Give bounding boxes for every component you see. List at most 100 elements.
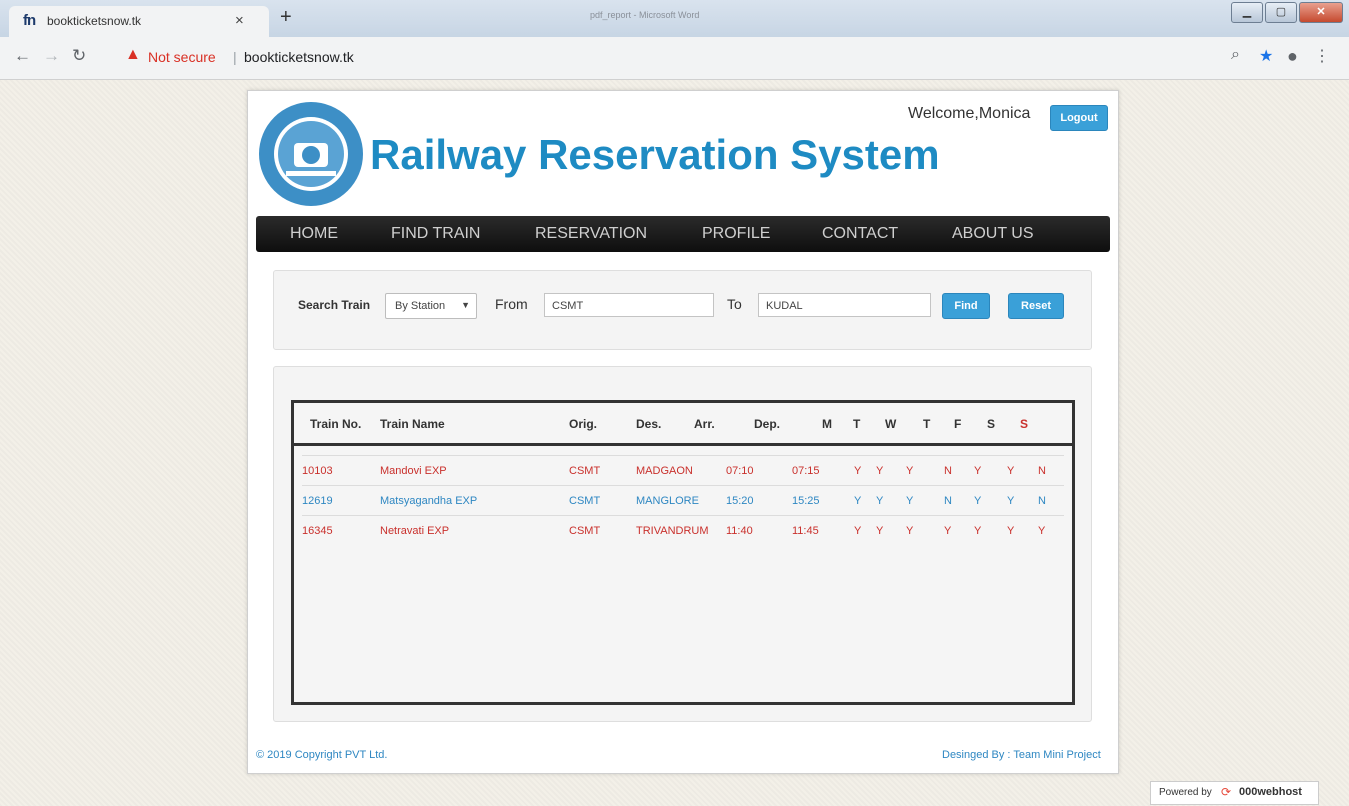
close-tab-icon[interactable]: × — [235, 12, 244, 29]
address-bar: ← → ↻ ▲ Not secure | bookticketsnow.tk ⌕… — [0, 37, 1349, 80]
cell-name[interactable]: Netravati EXP — [380, 525, 449, 537]
security-status[interactable]: Not secure — [148, 49, 216, 65]
col-train-no: Train No. — [310, 417, 362, 431]
cell-name[interactable]: Matsyagandha EXP — [380, 495, 477, 507]
to-input[interactable]: KUDAL — [758, 293, 931, 317]
cell-fri: Y — [974, 465, 982, 477]
menu-item-find-train[interactable]: FIND TRAIN — [391, 225, 480, 243]
menu-item-about-us[interactable]: ABOUT US — [952, 225, 1034, 243]
cell-des: MANGLORE — [636, 495, 699, 507]
menu-item-home[interactable]: HOME — [290, 225, 338, 243]
indian-railways-logo — [259, 102, 363, 206]
cell-orig: CSMT — [569, 465, 601, 477]
forward-icon[interactable]: → — [43, 46, 60, 66]
cell-no: 12619 — [302, 495, 333, 507]
results-panel: Train No. Train Name Orig. Des. Arr. Dep… — [273, 366, 1092, 722]
menu-kebab-icon[interactable]: ⋮ — [1314, 46, 1330, 66]
favicon-icon: fn — [23, 12, 36, 29]
train-table: Train No. Train Name Orig. Des. Arr. Dep… — [291, 400, 1075, 705]
cell-no: 10103 — [302, 465, 333, 477]
search-mode-select[interactable]: By Station ▼ — [385, 293, 477, 319]
window-close-icon[interactable]: ✕ — [1299, 2, 1343, 23]
warning-icon[interactable]: ▲ — [125, 46, 141, 64]
cell-mon: Y — [854, 495, 862, 507]
back-icon[interactable]: ← — [14, 46, 31, 66]
from-input[interactable]: CSMT — [544, 293, 714, 317]
designed-by-link[interactable]: Desinged By : Team Mini Project — [942, 749, 1101, 761]
col-arr: Arr. — [694, 417, 715, 431]
col-fri: F — [954, 417, 962, 431]
col-sat: S — [987, 417, 996, 431]
site-container: Railway Reservation System Welcome,Monic… — [247, 90, 1119, 774]
menu-item-reservation[interactable]: RESERVATION — [535, 225, 647, 243]
cell-orig: CSMT — [569, 495, 601, 507]
col-thu: T — [923, 417, 931, 431]
cell-dep: 15:25 — [792, 495, 820, 507]
from-label: From — [495, 296, 528, 312]
cell-sat: Y — [1007, 525, 1015, 537]
cell-name[interactable]: Mandovi EXP — [380, 465, 447, 477]
col-des: Des. — [636, 417, 662, 431]
to-label: To — [727, 296, 742, 312]
cell-tue: Y — [876, 525, 884, 537]
browser-tab-bar: fn bookticketsnow.tk × + pdf_report - Mi… — [0, 0, 1349, 37]
copyright-text: © 2019 Copyright PVT Ltd. — [256, 749, 388, 761]
col-orig: Orig. — [569, 417, 598, 431]
col-sun: S — [1020, 417, 1029, 431]
cell-thu: N — [944, 465, 952, 477]
logout-button[interactable]: Logout — [1050, 105, 1108, 131]
find-button[interactable]: Find — [942, 293, 990, 319]
cell-thu: N — [944, 495, 952, 507]
cell-no: 16345 — [302, 525, 333, 537]
new-tab-icon[interactable]: + — [280, 6, 292, 29]
cell-sat: Y — [1007, 465, 1015, 477]
col-tue: T — [853, 417, 861, 431]
zoom-icon[interactable]: ⌕ — [1231, 46, 1240, 64]
webhost-brand: 000webhost — [1239, 786, 1302, 798]
table-row[interactable]: 10103 Mandovi EXP CSMT MADGAON 07:10 07:15 Y Y Y… — [302, 455, 1064, 486]
site-title: Railway Reservation System — [370, 131, 940, 178]
bookmark-star-icon[interactable]: ★ — [1259, 46, 1273, 66]
minimize-icon[interactable]: ▁ — [1231, 2, 1263, 23]
col-wed: W — [885, 417, 897, 431]
col-train-name: Train Name — [380, 417, 445, 431]
window-controls: ▁ ▢ ✕ — [1229, 2, 1343, 23]
cell-sat: Y — [1007, 495, 1015, 507]
menu-item-contact[interactable]: CONTACT — [822, 225, 898, 243]
cell-thu: Y — [944, 525, 952, 537]
cell-des: TRIVANDRUM — [636, 525, 709, 537]
cell-wed: Y — [906, 525, 914, 537]
url-field[interactable]: bookticketsnow.tk — [244, 49, 354, 65]
url-separator: | — [233, 49, 237, 65]
from-input-value: CSMT — [552, 300, 584, 312]
tab-title: bookticketsnow.tk — [47, 14, 142, 28]
cell-mon: Y — [854, 465, 862, 477]
reset-button[interactable]: Reset — [1008, 293, 1064, 319]
cell-arr: 15:20 — [726, 495, 754, 507]
cell-mon: Y — [854, 525, 862, 537]
table-row[interactable]: 12619 Matsyagandha EXP CSMT MANGLORE 15:20 15… — [302, 485, 1064, 516]
maximize-icon[interactable]: ▢ — [1265, 2, 1297, 23]
reload-icon[interactable]: ↻ — [72, 46, 86, 66]
welcome-text: Welcome,Monica — [908, 105, 1031, 122]
cell-wed: Y — [906, 495, 914, 507]
cell-dep: 11:45 — [792, 525, 819, 537]
cell-wed: Y — [906, 465, 914, 477]
cell-tue: Y — [876, 495, 884, 507]
cell-orig: CSMT — [569, 525, 601, 537]
cell-dep: 07:15 — [792, 465, 820, 477]
browser-tab[interactable]: fn bookticketsnow.tk × — [9, 6, 269, 37]
col-dep: Dep. — [754, 417, 781, 431]
search-panel: Search Train By Station ▼ From CSMT To K… — [273, 270, 1092, 350]
profile-icon[interactable]: ● — [1287, 46, 1298, 67]
table-row[interactable]: 16345 Netravati EXP CSMT TRIVANDRUM 11:40 11:… — [302, 515, 1064, 546]
powered-by-text: Powered by — [1159, 787, 1212, 798]
powered-by-badge[interactable]: Powered by ⟳ 000webhost — [1150, 781, 1319, 805]
col-mon: M — [822, 417, 832, 431]
to-input-value: KUDAL — [766, 300, 803, 312]
menu-item-profile[interactable]: PROFILE — [702, 225, 770, 243]
cell-tue: Y — [876, 465, 884, 477]
cell-arr: 07:10 — [726, 465, 754, 477]
search-mode-value: By Station — [395, 300, 446, 312]
table-header: Train No. Train Name Orig. Des. Arr. Dep… — [294, 403, 1072, 446]
